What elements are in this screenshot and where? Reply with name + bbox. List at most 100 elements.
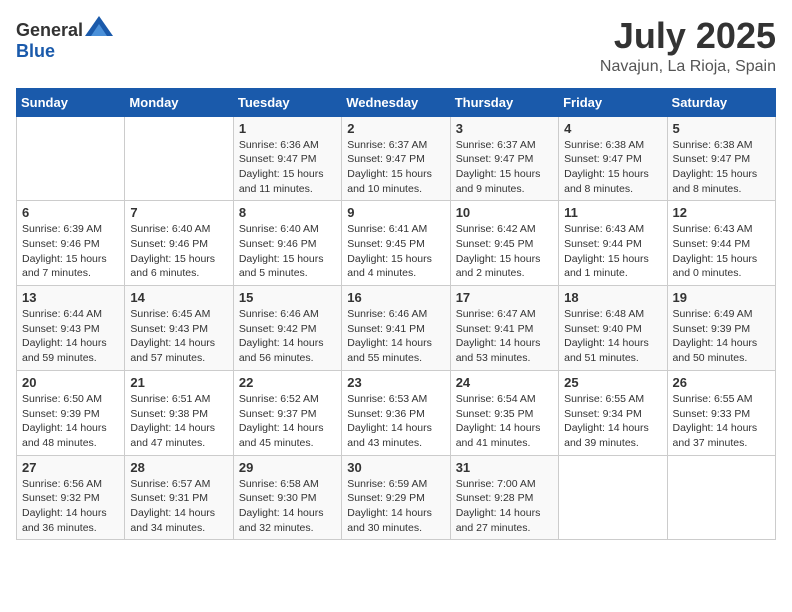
day-info: Sunrise: 6:50 AM Sunset: 9:39 PM Dayligh… [22,392,119,451]
day-number: 22 [239,375,336,390]
day-number: 26 [673,375,770,390]
calendar-cell: 27Sunrise: 6:56 AM Sunset: 9:32 PM Dayli… [17,455,125,540]
day-number: 4 [564,121,661,136]
calendar-col-sunday: Sunday [17,88,125,116]
day-number: 29 [239,460,336,475]
logo-icon [85,16,113,36]
calendar-cell: 1 Sunrise: 6:36 AM Sunset: 9:47 PM Daylig… [233,116,341,201]
day-info: Sunrise: 6:43 AM Sunset: 9:44 PM Dayligh… [564,222,661,281]
day-number: 25 [564,375,661,390]
calendar-week-2: 6 Sunrise: 6:39 AM Sunset: 9:46 PM Daylig… [17,201,776,286]
day-number: 1 [239,121,336,136]
day-info: Sunrise: 6:36 AM Sunset: 9:47 PM Dayligh… [239,138,336,197]
calendar-cell: 28Sunrise: 6:57 AM Sunset: 9:31 PM Dayli… [125,455,233,540]
calendar-table: SundayMondayTuesdayWednesdayThursdayFrid… [16,88,776,541]
day-info: Sunrise: 6:59 AM Sunset: 9:29 PM Dayligh… [347,477,444,536]
day-info: Sunrise: 6:56 AM Sunset: 9:32 PM Dayligh… [22,477,119,536]
calendar-cell: 9 Sunrise: 6:41 AM Sunset: 9:45 PM Daylig… [342,201,450,286]
calendar-cell: 30 Sunrise: 6:59 AM Sunset: 9:29 PM Dayli… [342,455,450,540]
day-info: Sunrise: 6:44 AM Sunset: 9:43 PM Dayligh… [22,307,119,366]
day-number: 20 [22,375,119,390]
day-info: Sunrise: 6:54 AM Sunset: 9:35 PM Dayligh… [456,392,553,451]
calendar-col-friday: Friday [559,88,667,116]
calendar-cell: 17Sunrise: 6:47 AM Sunset: 9:41 PM Dayli… [450,286,558,371]
page-header: General Blue July 2025 Navajun, La Rioja… [16,16,776,76]
day-number: 12 [673,205,770,220]
day-info: Sunrise: 6:52 AM Sunset: 9:37 PM Dayligh… [239,392,336,451]
calendar-week-1: 1 Sunrise: 6:36 AM Sunset: 9:47 PM Daylig… [17,116,776,201]
calendar-cell: 7 Sunrise: 6:40 AM Sunset: 9:46 PM Daylig… [125,201,233,286]
day-number: 15 [239,290,336,305]
day-info: Sunrise: 6:42 AM Sunset: 9:45 PM Dayligh… [456,222,553,281]
day-number: 9 [347,205,444,220]
calendar-cell: 23 Sunrise: 6:53 AM Sunset: 9:36 PM Dayli… [342,370,450,455]
day-number: 18 [564,290,661,305]
day-number: 19 [673,290,770,305]
calendar-cell: 25 Sunrise: 6:55 AM Sunset: 9:34 PM Dayli… [559,370,667,455]
day-info: Sunrise: 6:38 AM Sunset: 9:47 PM Dayligh… [673,138,770,197]
calendar-cell: 12 Sunrise: 6:43 AM Sunset: 9:44 PM Dayli… [667,201,775,286]
calendar-cell: 19Sunrise: 6:49 AM Sunset: 9:39 PM Dayli… [667,286,775,371]
day-info: Sunrise: 6:46 AM Sunset: 9:42 PM Dayligh… [239,307,336,366]
day-number: 7 [130,205,227,220]
calendar-cell: 4 Sunrise: 6:38 AM Sunset: 9:47 PM Daylig… [559,116,667,201]
day-number: 16 [347,290,444,305]
calendar-cell: 13Sunrise: 6:44 AM Sunset: 9:43 PM Dayli… [17,286,125,371]
day-number: 6 [22,205,119,220]
calendar-cell [559,455,667,540]
calendar-cell [17,116,125,201]
day-number: 2 [347,121,444,136]
day-info: Sunrise: 6:38 AM Sunset: 9:47 PM Dayligh… [564,138,661,197]
day-info: Sunrise: 6:39 AM Sunset: 9:46 PM Dayligh… [22,222,119,281]
logo-blue: Blue [16,41,55,61]
calendar-cell: 8Sunrise: 6:40 AM Sunset: 9:46 PM Daylig… [233,201,341,286]
calendar-cell: 15 Sunrise: 6:46 AM Sunset: 9:42 PM Dayli… [233,286,341,371]
day-number: 14 [130,290,227,305]
calendar-cell: 24Sunrise: 6:54 AM Sunset: 9:35 PM Dayli… [450,370,558,455]
calendar-cell: 21 Sunrise: 6:51 AM Sunset: 9:38 PM Dayli… [125,370,233,455]
day-info: Sunrise: 6:37 AM Sunset: 9:47 PM Dayligh… [456,138,553,197]
day-number: 5 [673,121,770,136]
calendar-col-monday: Monday [125,88,233,116]
calendar-week-3: 13Sunrise: 6:44 AM Sunset: 9:43 PM Dayli… [17,286,776,371]
day-number: 11 [564,205,661,220]
day-info: Sunrise: 6:37 AM Sunset: 9:47 PM Dayligh… [347,138,444,197]
calendar-cell: 31Sunrise: 7:00 AM Sunset: 9:28 PM Dayli… [450,455,558,540]
day-info: Sunrise: 6:41 AM Sunset: 9:45 PM Dayligh… [347,222,444,281]
location-title: Navajun, La Rioja, Spain [600,58,776,76]
calendar-cell: 22 Sunrise: 6:52 AM Sunset: 9:37 PM Dayli… [233,370,341,455]
title-block: July 2025 Navajun, La Rioja, Spain [600,16,776,76]
day-info: Sunrise: 6:43 AM Sunset: 9:44 PM Dayligh… [673,222,770,281]
day-number: 23 [347,375,444,390]
calendar-cell: 20 Sunrise: 6:50 AM Sunset: 9:39 PM Dayli… [17,370,125,455]
logo-general: General [16,20,83,40]
calendar-cell [667,455,775,540]
day-number: 10 [456,205,553,220]
day-info: Sunrise: 6:55 AM Sunset: 9:33 PM Dayligh… [673,392,770,451]
calendar-col-tuesday: Tuesday [233,88,341,116]
calendar-cell [125,116,233,201]
calendar-cell: 26 Sunrise: 6:55 AM Sunset: 9:33 PM Dayli… [667,370,775,455]
day-info: Sunrise: 6:51 AM Sunset: 9:38 PM Dayligh… [130,392,227,451]
calendar-cell: 16Sunrise: 6:46 AM Sunset: 9:41 PM Dayli… [342,286,450,371]
day-number: 17 [456,290,553,305]
calendar-cell: 6 Sunrise: 6:39 AM Sunset: 9:46 PM Daylig… [17,201,125,286]
calendar-col-saturday: Saturday [667,88,775,116]
logo: General Blue [16,16,113,62]
day-number: 21 [130,375,227,390]
logo-text: General Blue [16,16,113,62]
calendar-col-wednesday: Wednesday [342,88,450,116]
calendar-week-4: 20 Sunrise: 6:50 AM Sunset: 9:39 PM Dayli… [17,370,776,455]
day-info: Sunrise: 6:53 AM Sunset: 9:36 PM Dayligh… [347,392,444,451]
calendar-header-row: SundayMondayTuesdayWednesdayThursdayFrid… [17,88,776,116]
day-info: Sunrise: 6:45 AM Sunset: 9:43 PM Dayligh… [130,307,227,366]
day-number: 30 [347,460,444,475]
calendar-cell: 2 Sunrise: 6:37 AM Sunset: 9:47 PM Daylig… [342,116,450,201]
month-title: July 2025 [600,16,776,56]
calendar-cell: 11 Sunrise: 6:43 AM Sunset: 9:44 PM Dayli… [559,201,667,286]
day-info: Sunrise: 6:40 AM Sunset: 9:46 PM Dayligh… [130,222,227,281]
day-info: Sunrise: 6:58 AM Sunset: 9:30 PM Dayligh… [239,477,336,536]
day-info: Sunrise: 6:55 AM Sunset: 9:34 PM Dayligh… [564,392,661,451]
calendar-cell: 18Sunrise: 6:48 AM Sunset: 9:40 PM Dayli… [559,286,667,371]
day-info: Sunrise: 6:40 AM Sunset: 9:46 PM Dayligh… [239,222,336,281]
